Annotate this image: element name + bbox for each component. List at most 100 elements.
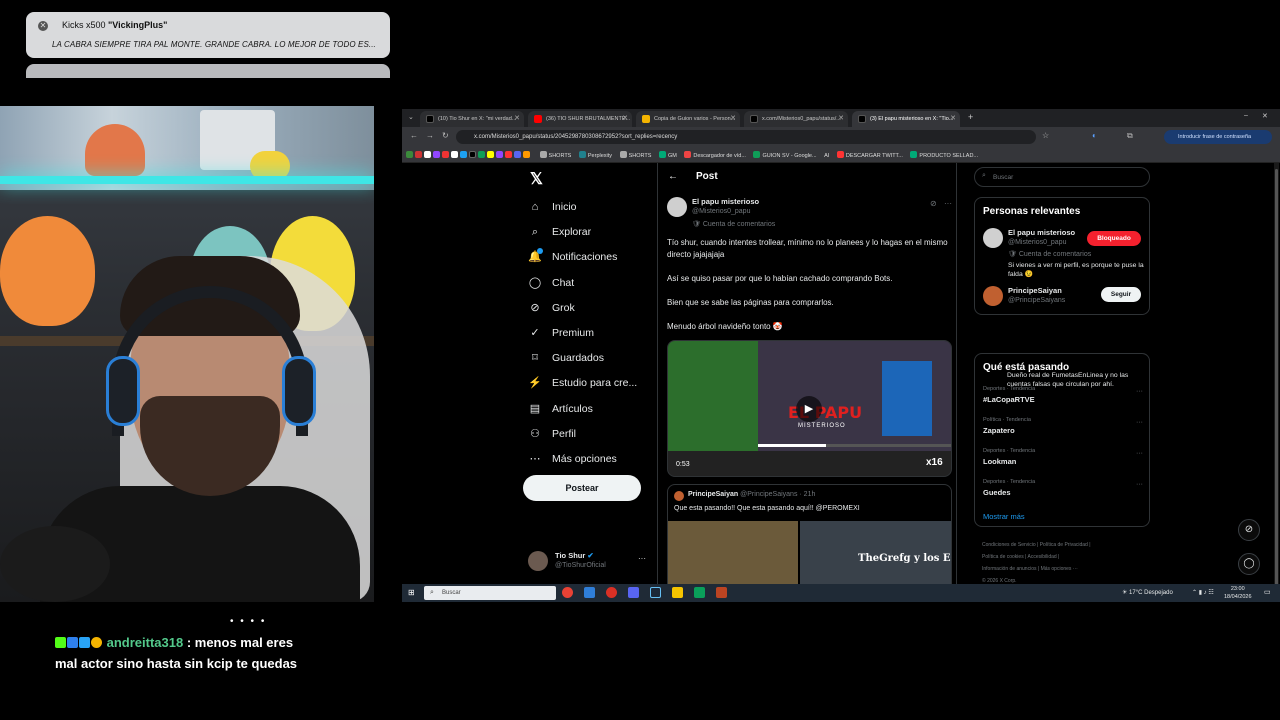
back-icon[interactable]: ← <box>410 131 418 140</box>
grok-icon[interactable]: ⊘ <box>930 199 937 208</box>
person-avatar[interactable] <box>983 228 1003 248</box>
led-strip <box>0 176 374 184</box>
password-button[interactable]: Introducir frase de contraseña <box>1164 130 1272 144</box>
charmander-plush <box>0 216 95 326</box>
bookmark[interactable]: GM <box>658 151 677 159</box>
back-arrow-icon[interactable]: ← <box>668 171 678 182</box>
author-handle[interactable]: @Misterios0_papu <box>692 208 750 215</box>
trend-more-icon[interactable]: ··· <box>1136 419 1143 426</box>
messages-fab-icon[interactable]: ◯ <box>1238 553 1260 575</box>
system-tray-icons[interactable]: ⌃ ▮ ♪ ☷ <box>1192 589 1214 596</box>
footer-link[interactable]: Información de anuncios <box>982 566 1036 572</box>
more-icon[interactable]: ··· <box>638 554 646 563</box>
scrollbar-thumb[interactable] <box>1275 169 1278 589</box>
chrome-profile-icon[interactable] <box>606 587 617 598</box>
trend-more-icon[interactable]: ··· <box>1136 388 1143 395</box>
extension-icon[interactable]: ◐ <box>1092 131 1097 140</box>
bookmark[interactable]: SHORTS <box>539 151 571 159</box>
x-logo-icon[interactable]: 𝕏 <box>530 169 543 189</box>
chat-username: andreitta318 <box>106 635 184 650</box>
blocked-button[interactable]: Bloqueado <box>1087 231 1141 246</box>
chat-message: andreitta318 : menos mal eres mal actor … <box>55 632 297 674</box>
person-name[interactable]: El papu misterioso <box>1008 228 1075 237</box>
weather-widget[interactable]: ☀ 17°C Despejado <box>1122 589 1173 596</box>
trend-name[interactable]: Zapatero <box>983 426 1015 435</box>
right-sidebar: ⌕ Buscar Personas relevantes El papu mist… <box>974 163 1152 602</box>
author-name[interactable]: El papu misterioso <box>692 197 759 206</box>
trend-category: Deportes · Tendencia <box>983 479 1036 485</box>
post-text: Tío shur, cuando intentes trollear, míni… <box>667 238 948 259</box>
bookmark[interactable]: DESCARGAR TWITT... <box>836 151 903 159</box>
close-window-button[interactable]: ✕ <box>1262 112 1268 120</box>
app-icon[interactable] <box>716 587 727 598</box>
nav-label: Inicio <box>552 201 577 213</box>
footer-link[interactable]: Política de Privacidad <box>1040 542 1088 548</box>
browser-tab[interactable]: (10) Tio Shur en X: "mi verdad... ✕ <box>420 111 524 127</box>
browser-tab-active[interactable]: (3) El papu misterioso en X: "Tio... ✕ <box>852 111 960 127</box>
footer-link[interactable]: Condiciones de Servicio <box>982 542 1036 548</box>
close-icon[interactable]: ✕ <box>38 21 48 31</box>
person-avatar[interactable] <box>983 286 1003 306</box>
kick-alert-next <box>26 64 390 78</box>
account-name: Tio Shur <box>555 551 586 560</box>
app-icon[interactable] <box>694 587 705 598</box>
video-subtitle: MISTERIOSO <box>798 423 846 429</box>
author-avatar[interactable] <box>667 197 687 217</box>
chrome-icon[interactable] <box>562 587 573 598</box>
windows-start-icon[interactable]: ⊞ <box>408 588 415 597</box>
bookmark[interactable]: GUION SV - Google... <box>753 151 817 159</box>
browser-tab[interactable]: x.com/Misterios0_papu/status/... ✕ <box>744 111 848 127</box>
trend-name[interactable]: #LaCopaRTVE <box>983 395 1035 404</box>
new-tab-button[interactable]: + <box>968 112 973 122</box>
play-icon[interactable]: ▶ <box>796 396 822 422</box>
footer-link[interactable]: Más opciones ··· <box>1041 566 1078 572</box>
bookmark[interactable]: PRODUCTO SELLAD... <box>910 151 978 159</box>
steam-icon[interactable] <box>650 587 661 598</box>
quote-thumb-text: TheGrefg y los Es <box>858 553 952 564</box>
browser-tab[interactable]: (36) TIO SHUR BRUTALMENTE... ✕ <box>528 111 632 127</box>
edge-icon[interactable] <box>584 587 595 598</box>
bookmark[interactable]: SHORTS <box>619 151 651 159</box>
page-title: Post <box>696 171 718 182</box>
more-icon: ⋯ <box>529 453 541 465</box>
video-player[interactable]: EL PAPU MISTERIOSO ▶ 0:53 x16 <box>667 340 952 477</box>
clock[interactable]: 23:00 18/04/2026 <box>1224 585 1252 601</box>
star-icon[interactable]: ☆ <box>1042 131 1049 140</box>
footer-link[interactable]: Política de cookies <box>982 554 1024 560</box>
gift-badge-icon <box>79 637 90 648</box>
chat-icon: ◯ <box>528 276 542 289</box>
account-switcher[interactable]: Tio Shur ✔ @TioShurOficial ··· <box>528 549 658 575</box>
taskbar-search[interactable]: ⌕ Buscar <box>424 586 556 600</box>
discord-icon[interactable] <box>628 587 639 598</box>
microphone <box>0 526 110 602</box>
extensions-puzzle-icon[interactable]: ⧉ <box>1127 131 1133 141</box>
show-more-link[interactable]: Mostrar más <box>983 512 1025 521</box>
video-progress[interactable] <box>758 444 951 447</box>
post-button[interactable]: Postear <box>523 475 641 501</box>
forward-icon[interactable]: → <box>426 131 434 140</box>
url-input[interactable]: x.com/Misterios0_papu/status/20452987803… <box>456 130 1036 144</box>
more-options-icon[interactable]: ··· <box>944 199 952 208</box>
premium-icon: ✓ <box>530 327 540 339</box>
bookmark[interactable]: Descargador de víd... <box>684 151 746 159</box>
notification-icon[interactable]: ▭ <box>1264 588 1271 596</box>
video-thumb-tree <box>668 341 758 451</box>
tab-search-icon[interactable]: ⌄ <box>408 113 414 121</box>
bookmark[interactable]: AI <box>824 153 829 159</box>
trend-name[interactable]: Lookman <box>983 457 1016 466</box>
bookmark[interactable]: Perplexity <box>578 151 612 159</box>
footer-link[interactable]: Accesibilidad <box>1028 554 1057 560</box>
reload-icon[interactable]: ↻ <box>442 131 449 140</box>
person-name[interactable]: PrincipeSaiyan <box>1008 286 1062 295</box>
trend-name[interactable]: Guedes <box>983 488 1011 497</box>
browser-tab[interactable]: Copia de Guion varios - Person... ✕ <box>636 111 740 127</box>
follow-button[interactable]: Seguir <box>1101 287 1141 302</box>
search-input[interactable]: ⌕ Buscar <box>974 167 1150 187</box>
trend-more-icon[interactable]: ··· <box>1136 481 1143 488</box>
grok-fab-icon[interactable]: ⊘ <box>1238 519 1260 541</box>
nav-label: Artículos <box>552 402 593 415</box>
explorer-icon[interactable] <box>672 587 683 598</box>
minimize-button[interactable]: – <box>1244 112 1248 119</box>
trend-more-icon[interactable]: ··· <box>1136 450 1143 457</box>
bookmark-app-icons[interactable] <box>406 151 532 159</box>
